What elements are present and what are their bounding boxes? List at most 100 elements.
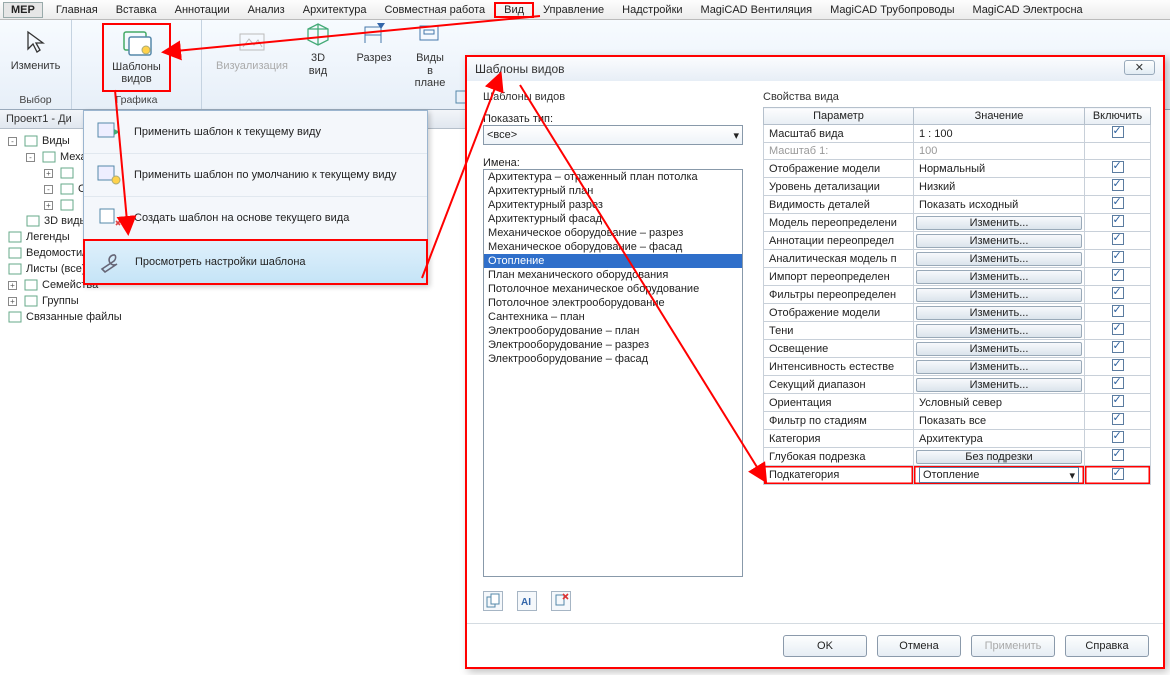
- value-cell[interactable]: Изменить...: [914, 322, 1085, 340]
- menu-item[interactable]: MagiCAD Электросна: [964, 2, 1092, 18]
- list-item[interactable]: Архитектурный фасад: [484, 212, 742, 226]
- view-templates-button[interactable]: Шаблоны видов: [102, 23, 171, 92]
- view-template-settings-item[interactable]: Просмотреть настройки шаблона: [83, 239, 428, 285]
- list-item[interactable]: Отопление: [484, 254, 742, 268]
- list-item[interactable]: Потолочное механическое оборудование: [484, 282, 742, 296]
- include-cell[interactable]: [1085, 160, 1151, 178]
- include-cell[interactable]: [1085, 125, 1151, 143]
- cancel-button[interactable]: Отмена: [877, 635, 961, 657]
- menu-item[interactable]: Вид: [494, 2, 534, 18]
- value-cell[interactable]: Изменить...: [914, 214, 1085, 232]
- include-cell[interactable]: [1085, 394, 1151, 412]
- menu-item[interactable]: MagiCAD Трубопроводы: [821, 2, 963, 18]
- menu-item[interactable]: Вставка: [107, 2, 166, 18]
- list-item[interactable]: Потолочное электрооборудование: [484, 296, 742, 310]
- view-templates-dropdown[interactable]: Применить шаблон к текущему виду Примени…: [83, 110, 428, 285]
- templates-icon: [119, 27, 155, 59]
- include-cell[interactable]: [1085, 286, 1151, 304]
- value-cell[interactable]: 1 : 100: [914, 125, 1085, 143]
- value-cell[interactable]: Без подрезки: [914, 448, 1085, 466]
- list-item[interactable]: Электрооборудование – план: [484, 324, 742, 338]
- include-cell[interactable]: [1085, 304, 1151, 322]
- value-cell[interactable]: Условный север: [914, 394, 1085, 412]
- menu-item[interactable]: Анализ: [239, 2, 294, 18]
- tree-item[interactable]: +Группы: [4, 293, 466, 309]
- value-cell[interactable]: Показать исходный: [914, 196, 1085, 214]
- names-label: Имена:: [483, 157, 755, 169]
- value-cell[interactable]: Нормальный: [914, 160, 1085, 178]
- list-item[interactable]: Механическое оборудование – разрез: [484, 226, 742, 240]
- include-cell[interactable]: [1085, 196, 1151, 214]
- cursor-icon: [18, 26, 54, 58]
- menu-item[interactable]: Главная: [47, 2, 107, 18]
- include-cell[interactable]: [1085, 430, 1151, 448]
- header-param: Параметр: [764, 108, 914, 125]
- param-cell: Ориентация: [764, 394, 914, 412]
- menu-item[interactable]: Надстройки: [613, 2, 691, 18]
- include-cell[interactable]: [1085, 412, 1151, 430]
- panel-select-label: Выбор: [0, 92, 71, 109]
- close-button[interactable]: ✕: [1124, 60, 1155, 75]
- value-cell[interactable]: Изменить...: [914, 232, 1085, 250]
- apply-default-template-item[interactable]: Применить шаблон по умолчанию к текущему…: [84, 154, 427, 197]
- tree-node-icon: [26, 214, 40, 228]
- value-cell[interactable]: Отопление▾: [914, 466, 1085, 485]
- include-cell[interactable]: [1085, 340, 1151, 358]
- param-cell: Аналитическая модель п: [764, 250, 914, 268]
- 3d-view-button[interactable]: 3D вид: [294, 16, 342, 79]
- value-cell[interactable]: Изменить...: [914, 268, 1085, 286]
- show-type-label: Показать тип:: [483, 113, 755, 125]
- menu-item[interactable]: MagiCAD Вентиляция: [692, 2, 822, 18]
- include-cell[interactable]: [1085, 232, 1151, 250]
- list-item[interactable]: Электрооборудование – разрез: [484, 338, 742, 352]
- rename-button[interactable]: AI: [517, 591, 537, 611]
- modify-label: Изменить: [11, 60, 61, 73]
- modify-button[interactable]: Изменить: [5, 24, 67, 75]
- menu-bar[interactable]: MEP ГлавнаяВставкаАннотацииАнализАрхитек…: [0, 0, 1170, 20]
- duplicate-button[interactable]: [483, 591, 503, 611]
- ok-button[interactable]: OK: [783, 635, 867, 657]
- value-cell[interactable]: Изменить...: [914, 358, 1085, 376]
- value-cell[interactable]: Низкий: [914, 178, 1085, 196]
- section-label: Разрез: [356, 52, 391, 65]
- dialog-titlebar[interactable]: Шаблоны видов ✕: [467, 57, 1163, 81]
- menu-mep[interactable]: MEP: [3, 2, 43, 18]
- list-item[interactable]: Архитектура – отраженный план потолка: [484, 170, 742, 184]
- names-listbox[interactable]: Архитектура – отраженный план потолкаАрх…: [483, 169, 743, 577]
- show-type-combo[interactable]: <все> ▾: [483, 125, 743, 145]
- apply-template-item[interactable]: Применить шаблон к текущему виду: [84, 111, 427, 154]
- list-item[interactable]: План механического оборудования: [484, 268, 742, 282]
- list-item[interactable]: Сантехника – план: [484, 310, 742, 324]
- include-cell[interactable]: [1085, 322, 1151, 340]
- menu-item[interactable]: Аннотации: [166, 2, 239, 18]
- include-cell[interactable]: [1085, 268, 1151, 286]
- list-item[interactable]: Электрооборудование – фасад: [484, 352, 742, 366]
- include-cell[interactable]: [1085, 376, 1151, 394]
- tree-item[interactable]: Связанные файлы: [4, 309, 466, 325]
- value-cell[interactable]: Изменить...: [914, 304, 1085, 322]
- create-template-item[interactable]: Создать шаблон на основе текущего вида: [84, 197, 427, 240]
- list-item[interactable]: Архитектурный план: [484, 184, 742, 198]
- include-cell[interactable]: [1085, 143, 1151, 160]
- value-cell[interactable]: Изменить...: [914, 340, 1085, 358]
- list-item[interactable]: Архитектурный разрез: [484, 198, 742, 212]
- value-cell[interactable]: 100: [914, 143, 1085, 160]
- value-cell[interactable]: Архитектура: [914, 430, 1085, 448]
- delete-button[interactable]: [551, 591, 571, 611]
- include-cell[interactable]: [1085, 358, 1151, 376]
- list-item[interactable]: Механическое оборудование – фасад: [484, 240, 742, 254]
- value-cell[interactable]: Изменить...: [914, 376, 1085, 394]
- section-button[interactable]: Разрез: [350, 16, 398, 67]
- template-default-icon: [94, 162, 124, 188]
- value-cell[interactable]: Изменить...: [914, 250, 1085, 268]
- menu-item[interactable]: Управление: [534, 2, 613, 18]
- include-cell[interactable]: [1085, 250, 1151, 268]
- include-cell[interactable]: [1085, 466, 1151, 485]
- include-cell[interactable]: [1085, 214, 1151, 232]
- include-cell[interactable]: [1085, 448, 1151, 466]
- value-cell[interactable]: Изменить...: [914, 286, 1085, 304]
- properties-grid[interactable]: Параметр Значение Включить Масштаб вида1…: [763, 107, 1151, 485]
- value-cell[interactable]: Показать все: [914, 412, 1085, 430]
- include-cell[interactable]: [1085, 178, 1151, 196]
- help-button[interactable]: Справка: [1065, 635, 1149, 657]
